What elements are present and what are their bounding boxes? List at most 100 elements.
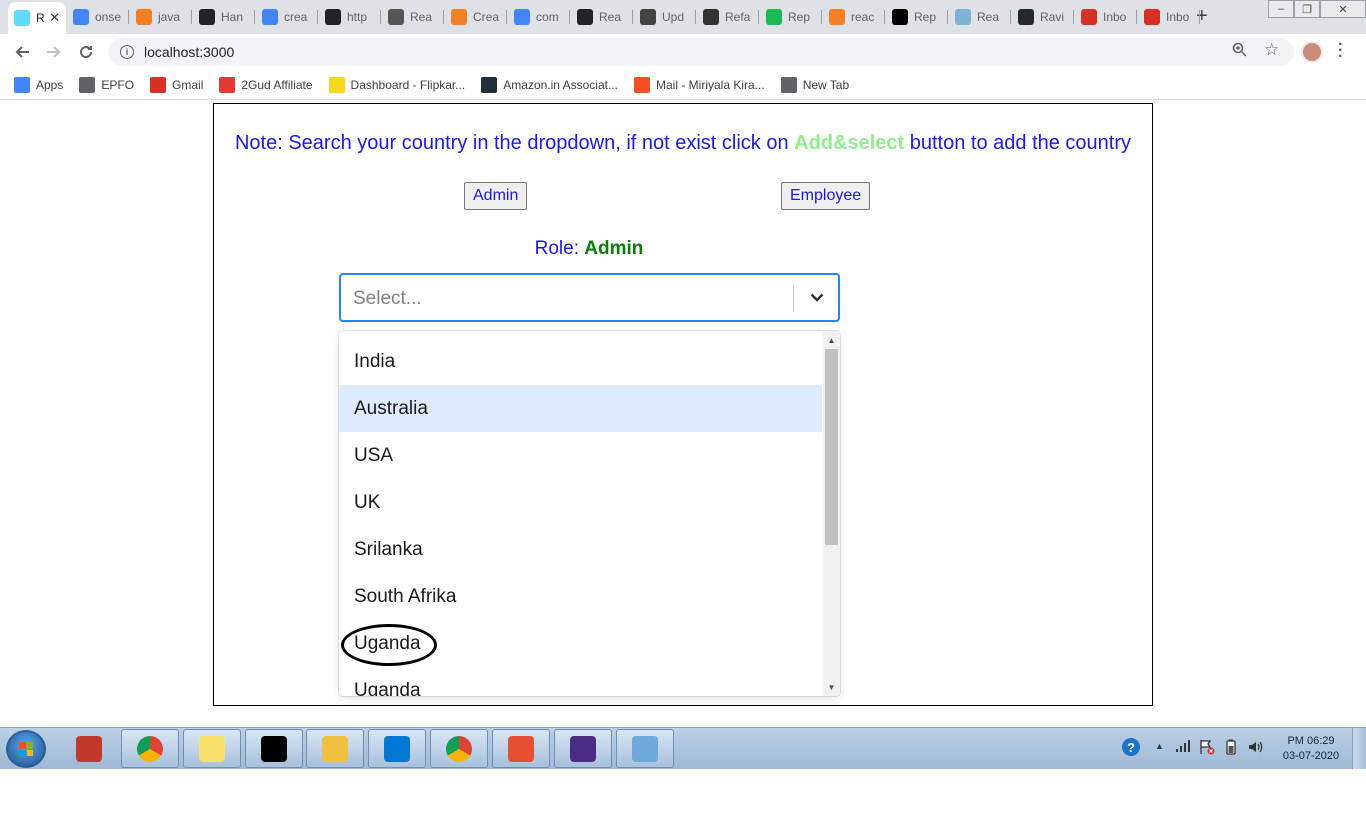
browser-tab[interactable]: Inbo [1138, 4, 1200, 30]
bookmark-item[interactable]: Apps [14, 76, 64, 93]
admin-button[interactable]: Admin [464, 182, 528, 210]
taskbar-item[interactable] [183, 729, 241, 768]
tab-title: Crea [473, 10, 500, 24]
bookmark-item[interactable]: Mail - Miriyala Kira... [634, 76, 765, 93]
browser-tab[interactable]: http [319, 4, 381, 30]
browser-tab[interactable]: Han [193, 4, 255, 30]
country-option[interactable]: South Afrika [339, 573, 822, 620]
battery-icon[interactable] [1225, 739, 1237, 758]
browser-tab[interactable]: reac [823, 4, 885, 30]
bookmark-star-icon[interactable]: ☆ [1264, 40, 1279, 60]
browser-tab[interactable]: Rep [760, 4, 822, 30]
bookmark-item[interactable]: New Tab [780, 76, 850, 93]
chevron-down-icon[interactable] [807, 287, 827, 307]
country-option[interactable]: USA [339, 432, 822, 479]
menu-scrollbar-thumb[interactable] [825, 349, 838, 545]
reload-button[interactable] [74, 40, 98, 64]
browser-tab[interactable]: Rep [886, 4, 948, 30]
taskbar-item[interactable] [554, 729, 612, 768]
country-option[interactable]: Uganda [339, 667, 822, 697]
tab-separator [443, 10, 444, 24]
select-indicator-separator [793, 286, 794, 312]
country-select[interactable]: Select... [339, 273, 840, 322]
show-desktop-button[interactable] [1352, 728, 1366, 770]
bookmark-item[interactable]: 2Gud Affiliate [219, 76, 313, 93]
taskbar-item[interactable] [306, 729, 364, 768]
tab-title: com [536, 10, 559, 24]
country-option[interactable]: UK [339, 479, 822, 526]
medium-icon [892, 9, 908, 25]
bookmark-label: Apps [36, 77, 64, 92]
close-tab-icon[interactable]: ✕ [49, 10, 60, 26]
taskbar-item[interactable] [368, 729, 426, 768]
help-icon[interactable]: ? [1121, 737, 1141, 760]
tab-separator [947, 10, 948, 24]
browser-tab[interactable]: Rea [571, 4, 633, 30]
taskbar-item[interactable] [616, 729, 674, 768]
minimize-button[interactable]: – [1268, 0, 1294, 18]
start-button[interactable] [6, 730, 46, 768]
country-option[interactable]: India [339, 338, 822, 385]
country-option[interactable]: Srilanka [339, 526, 822, 573]
employee-button[interactable]: Employee [781, 182, 871, 210]
forward-arrow-icon [47, 46, 61, 58]
browser-tab[interactable]: Inbo [1075, 4, 1137, 30]
apps-grid-icon [14, 76, 30, 93]
browser-tab[interactable]: com [508, 4, 570, 30]
tab-title: Rep [914, 10, 937, 24]
bookmark-label: Amazon.in Associat... [503, 77, 618, 92]
taskbar-item[interactable] [60, 729, 118, 768]
browser-tab[interactable]: crea [256, 4, 318, 30]
note-prefix: Note: Search your country in the dropdow… [234, 132, 795, 154]
reload-icon [80, 46, 93, 59]
bookmark-item[interactable]: EPFO [79, 76, 134, 93]
2gud-icon [219, 76, 236, 93]
show-hidden-icons-icon[interactable]: ▲ [1155, 741, 1164, 751]
react-icon [199, 9, 215, 25]
taskbar-item[interactable] [430, 729, 488, 768]
browser-tab[interactable]: R ✕ [8, 2, 66, 34]
browser-tab[interactable]: Refa [697, 4, 759, 30]
action-center-flag-icon[interactable] [1199, 739, 1215, 758]
bookmarks-bar: Apps EPFO Gmail 2Gud Affiliate Dashboard - F… [0, 70, 1366, 100]
back-button[interactable] [10, 40, 34, 64]
browser-tab[interactable]: Ravi [1012, 4, 1074, 30]
kebab-menu-icon[interactable]: · · · [1338, 37, 1343, 65]
tab-title: Upd [662, 10, 685, 24]
taskbar-item[interactable] [245, 729, 303, 768]
browser-tab[interactable]: Upd [634, 4, 696, 30]
bookmark-item[interactable]: Amazon.in Associat... [481, 76, 618, 93]
google-icon [73, 9, 89, 25]
bookmark-item[interactable]: Gmail [150, 76, 203, 93]
tab-separator [758, 10, 759, 24]
volume-icon[interactable] [1247, 739, 1263, 758]
tab-title: Rep [788, 10, 811, 24]
browser-tab[interactable]: Rea [949, 4, 1011, 30]
scroll-up-arrow-icon[interactable]: ▲ [825, 333, 838, 347]
system-clock[interactable]: PM 06:29 03-07-2020 [1278, 734, 1344, 764]
scroll-down-arrow-icon[interactable]: ▼ [825, 680, 838, 694]
browser-tab[interactable]: Rea [382, 4, 444, 30]
info-icon[interactable]: i [120, 45, 134, 59]
amazon-icon [481, 76, 498, 93]
bookmark-label: New Tab [802, 77, 850, 92]
role-display: Role: Admin [214, 238, 964, 260]
country-option[interactable]: Australia [339, 385, 822, 432]
bookmark-label: Dashboard - Flipkar... [350, 77, 466, 92]
bookmark-item[interactable]: Dashboard - Flipkar... [328, 76, 466, 93]
network-signal-icon[interactable] [1175, 739, 1191, 756]
browser-tab[interactable]: onse [67, 4, 129, 30]
taskbar-item[interactable] [492, 729, 550, 768]
taskbar-item[interactable] [121, 729, 179, 768]
forward-button[interactable] [42, 40, 66, 64]
zoom-icon[interactable] [1232, 42, 1247, 61]
browser-tab[interactable]: Crea [445, 4, 507, 30]
diamond-icon [388, 9, 404, 25]
close-window-button[interactable]: ✕ [1320, 0, 1366, 18]
address-bar[interactable]: i localhost:3000 [108, 38, 1294, 66]
tab-separator [254, 10, 255, 24]
browser-tab[interactable]: java [130, 4, 192, 30]
restore-button[interactable]: ❐ [1294, 0, 1320, 18]
tab-separator [1199, 10, 1200, 24]
profile-avatar[interactable] [1301, 41, 1323, 63]
